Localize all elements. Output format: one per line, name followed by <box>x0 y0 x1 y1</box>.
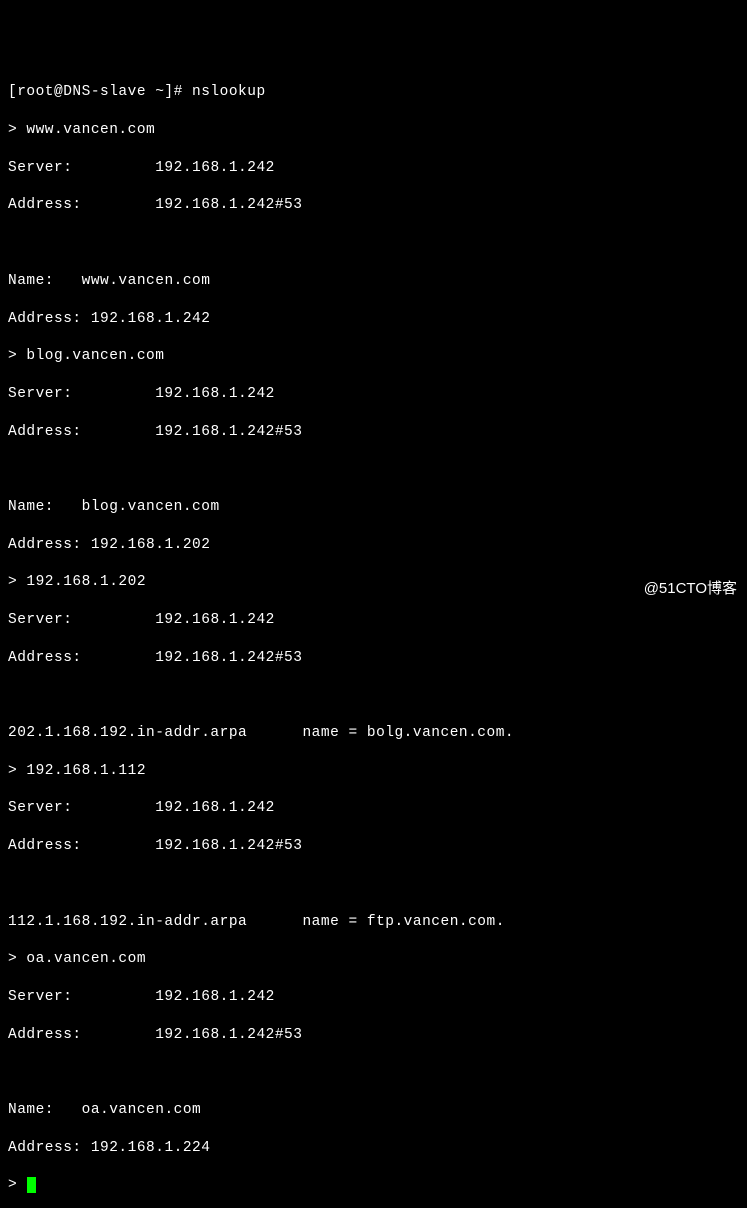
server-line: Server: 192.168.1.242 <box>8 988 737 1007</box>
query-input: blog.vancen.com <box>26 348 164 364</box>
result-address-line: Address: 192.168.1.202 <box>8 536 737 555</box>
result-name-line: Name: blog.vancen.com <box>8 498 737 517</box>
blank-line <box>8 1063 737 1082</box>
query-line[interactable]: > oa.vancen.com <box>8 950 737 969</box>
query-prompt: > <box>8 122 26 138</box>
active-prompt[interactable]: > <box>8 1176 737 1195</box>
query-prompt: > <box>8 763 26 779</box>
ptr-result-line: 202.1.168.192.in-addr.arpa name = bolg.v… <box>8 724 737 743</box>
blank-line <box>8 234 737 253</box>
server-line: Server: 192.168.1.242 <box>8 385 737 404</box>
command: nslookup <box>192 84 266 100</box>
shell-prompt: [root@DNS-slave ~]# <box>8 84 192 100</box>
address-line: Address: 192.168.1.242#53 <box>8 649 737 668</box>
result-address-line: Address: 192.168.1.242 <box>8 310 737 329</box>
query-input: oa.vancen.com <box>26 951 146 967</box>
query-prompt: > <box>8 574 26 590</box>
query-line[interactable]: > 192.168.1.112 <box>8 762 737 781</box>
result-address-line: Address: 192.168.1.224 <box>8 1139 737 1158</box>
result-name-line: Name: www.vancen.com <box>8 272 737 291</box>
ptr-result-line: 112.1.168.192.in-addr.arpa name = ftp.va… <box>8 913 737 932</box>
watermark: @51CTO博客 <box>644 579 737 599</box>
query-prompt: > <box>8 348 26 364</box>
query-line[interactable]: > blog.vancen.com <box>8 347 737 366</box>
result-name-line: Name: oa.vancen.com <box>8 1101 737 1120</box>
server-line: Server: 192.168.1.242 <box>8 159 737 178</box>
query-input: 192.168.1.202 <box>26 574 146 590</box>
cursor-icon <box>27 1177 36 1193</box>
address-line: Address: 192.168.1.242#53 <box>8 196 737 215</box>
shell-prompt-line: [root@DNS-slave ~]# nslookup <box>8 83 737 102</box>
query-line[interactable]: > 192.168.1.202 <box>8 573 737 592</box>
server-line: Server: 192.168.1.242 <box>8 611 737 630</box>
query-input: 192.168.1.112 <box>26 763 146 779</box>
query-prompt: > <box>8 951 26 967</box>
query-line[interactable]: > www.vancen.com <box>8 121 737 140</box>
blank-line <box>8 460 737 479</box>
blank-line <box>8 686 737 705</box>
query-input: www.vancen.com <box>26 122 155 138</box>
address-line: Address: 192.168.1.242#53 <box>8 837 737 856</box>
address-line: Address: 192.168.1.242#53 <box>8 1026 737 1045</box>
blank-line <box>8 875 737 894</box>
server-line: Server: 192.168.1.242 <box>8 799 737 818</box>
address-line: Address: 192.168.1.242#53 <box>8 423 737 442</box>
